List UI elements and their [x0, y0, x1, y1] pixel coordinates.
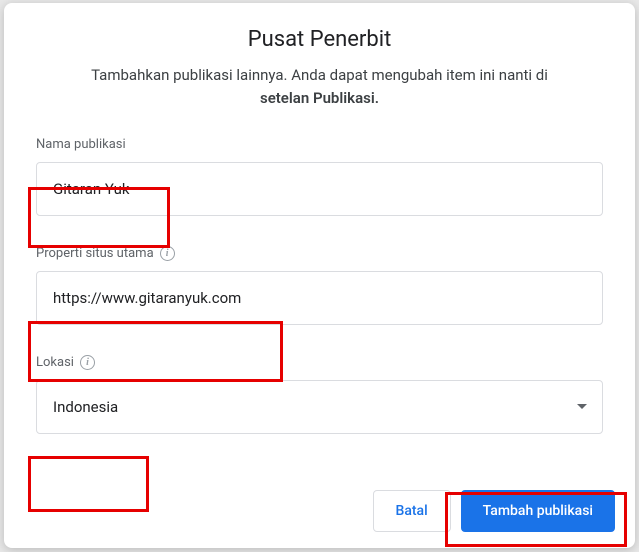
publisher-center-modal: Pusat Penerbit Tambahkan publikasi lainn…: [4, 3, 635, 548]
subtitle-text: Tambahkan publikasi lainnya. Anda dapat …: [91, 66, 548, 84]
publication-name-group: Nama publikasi: [36, 137, 603, 216]
primary-property-label: Properti situs utama i: [36, 246, 603, 261]
cancel-button[interactable]: Batal: [373, 490, 451, 532]
subtitle-bold: setelan Publikasi.: [260, 89, 379, 107]
location-label: Lokasi i: [36, 355, 603, 370]
location-select[interactable]: [36, 380, 603, 434]
modal-footer: Batal Tambah publikasi: [4, 478, 635, 548]
modal-title: Pusat Penerbit: [28, 27, 611, 52]
modal-content[interactable]: Tambahkan publikasi lainnya. Anda dapat …: [4, 64, 635, 478]
modal-header: Pusat Penerbit: [4, 3, 635, 64]
modal-subtitle: Tambahkan publikasi lainnya. Anda dapat …: [36, 64, 603, 109]
publication-name-input[interactable]: [36, 162, 603, 216]
add-publication-button[interactable]: Tambah publikasi: [461, 490, 615, 532]
info-icon[interactable]: i: [160, 246, 175, 261]
location-group: Lokasi i: [36, 355, 603, 434]
publication-name-label: Nama publikasi: [36, 137, 603, 152]
info-icon[interactable]: i: [80, 355, 95, 370]
primary-property-group: Properti situs utama i: [36, 246, 603, 325]
primary-property-input[interactable]: [36, 271, 603, 325]
